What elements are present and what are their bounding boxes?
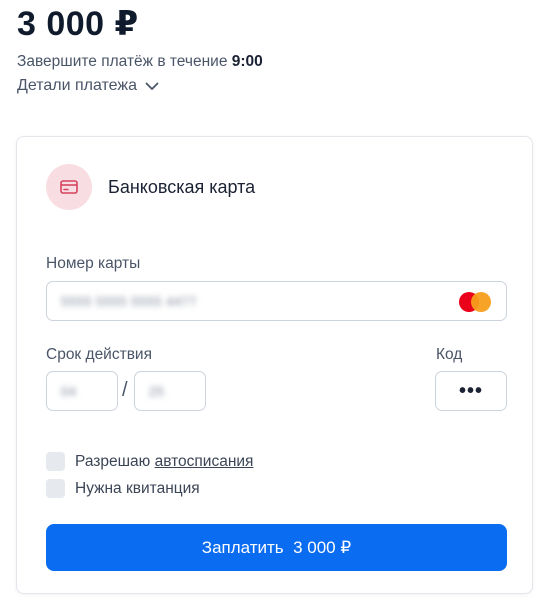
autopay-link[interactable]: автосписания (155, 453, 254, 470)
receipt-row: Нужна квитанция (46, 479, 200, 498)
cvv-value: ••• (458, 380, 483, 402)
payment-amount: 3 000 ₽ (17, 5, 139, 43)
autopay-checkbox[interactable] (46, 452, 65, 471)
card-number-input[interactable]: 5555 5555 5555 4477 (46, 281, 507, 321)
payment-method-header: Банковская карта (46, 164, 255, 210)
expiry-year-input[interactable]: 25 (134, 371, 206, 411)
payment-card-panel: Банковская карта Номер карты 5555 5555 5… (16, 136, 533, 594)
expiry-separator: / (122, 379, 128, 401)
payment-deadline: Завершите платёж в течение 9:00 (17, 53, 263, 71)
payment-details-toggle[interactable]: Детали платежа (17, 77, 159, 95)
deadline-text: Завершите платёж в течение (17, 53, 232, 70)
payment-details-label: Детали платежа (17, 77, 137, 94)
expiry-month-input[interactable]: 04 (46, 371, 118, 411)
expiry-label: Срок действия (46, 346, 152, 363)
card-number-label: Номер карты (46, 255, 141, 272)
card-number-value: 5555 5555 5555 4477 (61, 293, 198, 309)
chevron-down-icon (145, 82, 159, 91)
autopay-row: Разрешаю автосписания (46, 452, 253, 471)
deadline-timer: 9:00 (231, 53, 263, 70)
pay-button[interactable]: Заплатить 3 000 ₽ (46, 524, 507, 571)
pay-button-label: Заплатить 3 000 ₽ (201, 537, 352, 557)
cvv-label: Код (436, 346, 463, 363)
autopay-prefix: Разрешаю (75, 452, 155, 470)
expiry-year-value: 25 (149, 383, 165, 399)
cvv-input[interactable]: ••• (435, 371, 507, 411)
receipt-checkbox[interactable] (46, 479, 65, 498)
payment-method-label: Банковская карта (108, 176, 256, 197)
autopay-label: Разрешаю автосписания (75, 453, 253, 471)
receipt-label: Нужна квитанция (75, 479, 200, 497)
credit-card-icon (46, 164, 92, 210)
mastercard-icon (459, 292, 493, 312)
expiry-month-value: 04 (61, 383, 77, 399)
